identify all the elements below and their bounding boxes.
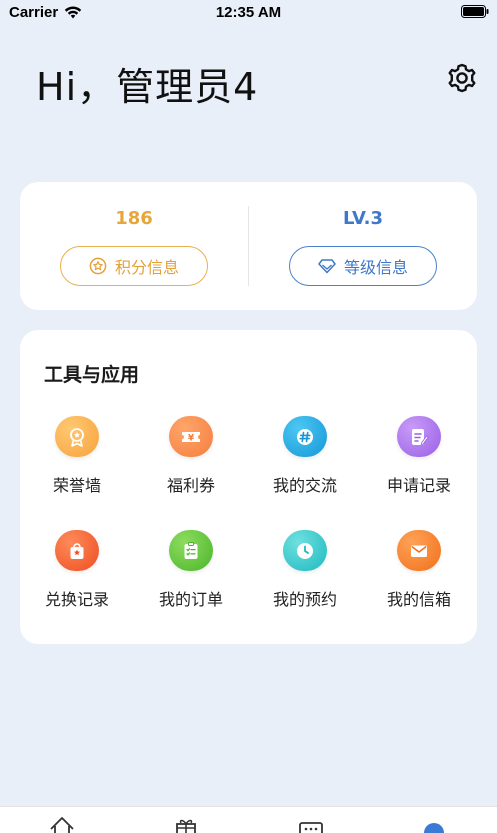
page-title: Hi，管理员4 xyxy=(36,65,259,109)
tab-home[interactable] xyxy=(42,815,82,833)
tab-gift[interactable] xyxy=(166,815,206,833)
clock-icon xyxy=(283,530,327,571)
level-value: LV.3 xyxy=(343,208,383,229)
settings-button[interactable] xyxy=(444,60,480,96)
tool-my-mailbox[interactable]: 我的信箱 xyxy=(362,530,476,610)
level-info-label: 等级信息 xyxy=(343,258,408,277)
points-value: 186 xyxy=(115,208,153,229)
tools-title: 工具与应用 xyxy=(44,364,140,386)
tool-label: 我的订单 xyxy=(158,590,223,609)
message-icon xyxy=(299,822,323,833)
status-time: 12:35 AM xyxy=(215,4,282,21)
tool-application-records[interactable]: 申请记录 xyxy=(362,416,476,496)
profile-icon xyxy=(424,823,444,833)
tool-label: 我的预约 xyxy=(272,590,337,609)
clipboard-list-icon xyxy=(169,530,213,571)
svg-text:¥: ¥ xyxy=(188,433,195,443)
battery-icon xyxy=(461,5,489,22)
tool-label: 我的信箱 xyxy=(386,590,451,609)
tool-my-appointments[interactable]: 我的预约 xyxy=(248,530,362,610)
tool-label: 兑换记录 xyxy=(44,590,109,609)
points-info-label: 积分信息 xyxy=(114,258,179,277)
gift-bag-icon xyxy=(55,530,99,571)
tools-card: 工具与应用 荣誉墙 ¥ 福利券 我的交流 申请记录 兑换记录 我的订单 我的预约… xyxy=(20,330,477,644)
tab-profile[interactable] xyxy=(414,815,454,833)
tab-bar xyxy=(0,806,497,833)
home-icon xyxy=(50,817,74,833)
medal-icon xyxy=(55,416,99,457)
status-bar: Carrier 12:35 AM xyxy=(0,0,497,26)
gift-icon xyxy=(176,819,196,833)
points-section: 186 积分信息 xyxy=(20,182,248,310)
tool-coupons[interactable]: ¥ 福利券 xyxy=(134,416,248,496)
tool-label: 福利券 xyxy=(166,476,215,495)
tool-label: 我的交流 xyxy=(272,476,337,495)
tool-honor-wall[interactable]: 荣誉墙 xyxy=(20,416,134,496)
level-info-button[interactable]: 等级信息 xyxy=(289,246,437,286)
level-section: LV.3 等级信息 xyxy=(249,182,477,310)
tool-label: 申请记录 xyxy=(386,476,451,495)
tool-redeem-records[interactable]: 兑换记录 xyxy=(20,530,134,610)
envelope-icon xyxy=(397,530,441,571)
star-badge-icon xyxy=(89,257,107,275)
hashtag-icon xyxy=(283,416,327,457)
points-info-button[interactable]: 积分信息 xyxy=(60,246,208,286)
gear-icon xyxy=(448,63,476,93)
diamond-icon xyxy=(318,259,336,274)
tool-my-exchange[interactable]: 我的交流 xyxy=(248,416,362,496)
stats-card: 186 积分信息 LV.3 等级信息 xyxy=(20,182,477,310)
document-edit-icon xyxy=(397,416,441,457)
coupon-icon: ¥ xyxy=(169,416,213,457)
tab-messages[interactable] xyxy=(291,815,331,833)
tool-my-orders[interactable]: 我的订单 xyxy=(134,530,248,610)
tool-label: 荣誉墙 xyxy=(52,476,101,495)
